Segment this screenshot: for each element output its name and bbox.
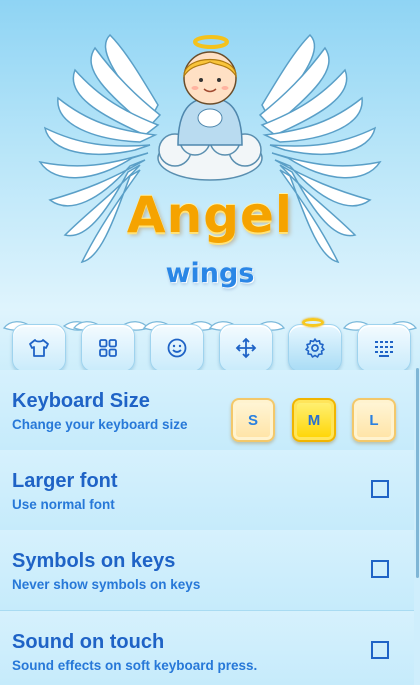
keyboard-toolbar (0, 310, 420, 372)
scrollbar[interactable] (416, 368, 419, 578)
theme-button[interactable] (12, 324, 66, 372)
setting-subtitle: Use normal font (12, 497, 115, 512)
setting-subtitle: Sound effects on soft keyboard press. (12, 658, 258, 673)
active-halo-icon (302, 318, 324, 327)
setting-symbols-on-keys[interactable]: Symbols on keys Never show symbols on ke… (0, 530, 414, 612)
size-small-button[interactable]: S (231, 398, 275, 442)
size-large-button[interactable]: L (352, 398, 396, 442)
shirt-icon (29, 339, 49, 357)
gear-icon (305, 338, 325, 358)
halo-icon (193, 35, 229, 49)
smile-icon (167, 338, 187, 358)
layout-button[interactable] (81, 324, 135, 372)
setting-title: Sound on touch (12, 631, 165, 653)
keyboard-button[interactable] (357, 324, 411, 372)
move-icon (235, 337, 257, 359)
setting-keyboard-size: Keyboard Size Change your keyboard size … (0, 370, 414, 452)
size-medium-button[interactable]: M (292, 398, 336, 442)
setting-subtitle: Change your keyboard size (12, 417, 188, 432)
emoji-button[interactable] (150, 324, 204, 372)
theme-header: Angel wings (0, 0, 420, 310)
settings-button[interactable] (288, 324, 342, 372)
setting-sound-on-touch[interactable]: Sound on touch Sound effects on soft key… (0, 611, 414, 685)
move-button[interactable] (219, 324, 273, 372)
setting-title: Larger font (12, 470, 118, 492)
setting-title: Keyboard Size (12, 390, 150, 412)
symbols-on-keys-checkbox[interactable] (371, 560, 389, 578)
larger-font-checkbox[interactable] (371, 480, 389, 498)
keyboard-icon (375, 341, 393, 357)
setting-title: Symbols on keys (12, 550, 176, 572)
setting-larger-font[interactable]: Larger font Use normal font (0, 450, 414, 532)
theme-subtitle: wings (165, 258, 255, 289)
sound-on-touch-checkbox[interactable] (371, 641, 389, 659)
setting-subtitle: Never show symbols on keys (12, 577, 201, 592)
grid-icon (99, 339, 117, 357)
theme-title: Angel (126, 186, 294, 244)
